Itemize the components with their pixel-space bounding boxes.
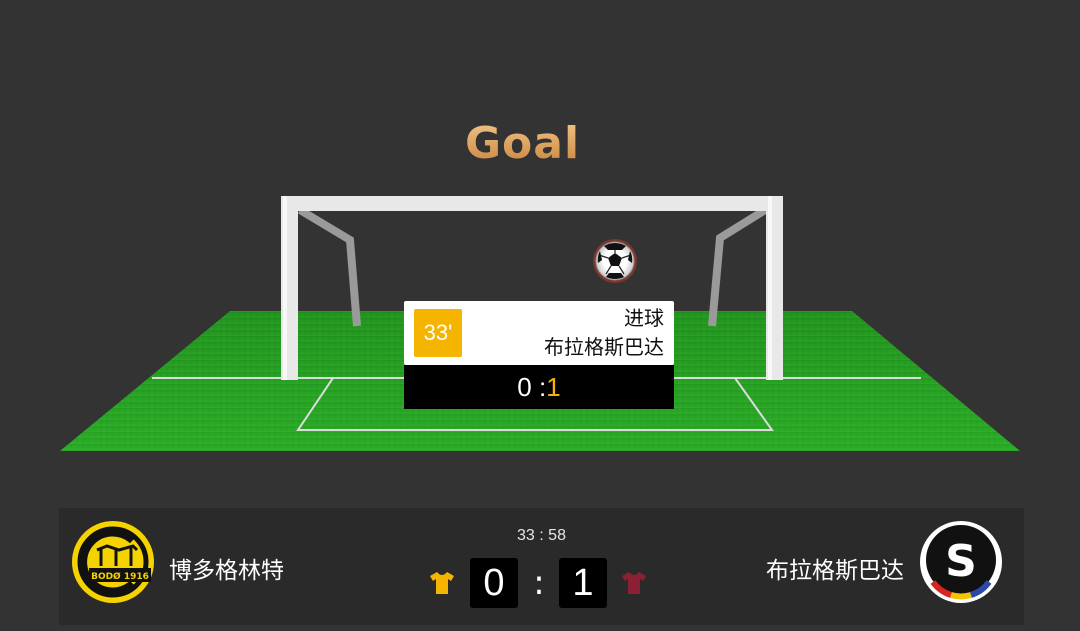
event-minute-badge: 33' [414,309,462,357]
score-separator: : [533,563,545,603]
event-score-bar: 0 :1 [404,365,674,409]
away-team-name: 布拉格斯巴达 [766,558,904,584]
event-score-away: 1 [546,372,561,402]
home-score: 0 [470,558,518,608]
event-score-home: 0 [517,372,532,402]
match-score-bar: BODØ 1916 博多格林特 33 : 58 0 : 1 布拉格斯巴达 S [59,508,1024,625]
event-team-label: 布拉格斯巴达 [544,335,664,359]
match-clock: 33 : 58 [517,527,566,544]
away-team-logo: S [920,521,1002,603]
home-jersey-icon [430,572,454,594]
away-score: 1 [559,558,607,608]
away-jersey-icon [622,572,646,594]
goal-scene [60,196,1020,451]
home-team-name: 博多格林特 [169,558,284,584]
goal-event-card: 33' 进球 布拉格斯巴达 [404,301,674,365]
home-logo-text: BODØ 1916 [91,571,149,582]
away-logo-letter: S [945,536,977,587]
event-type-label: 进球 [624,306,664,330]
ball-icon [593,239,637,283]
goal-crossbar [281,196,783,211]
goal-net-right [708,206,768,327]
goal-net-left [297,206,361,327]
event-score-separator: : [531,372,547,402]
